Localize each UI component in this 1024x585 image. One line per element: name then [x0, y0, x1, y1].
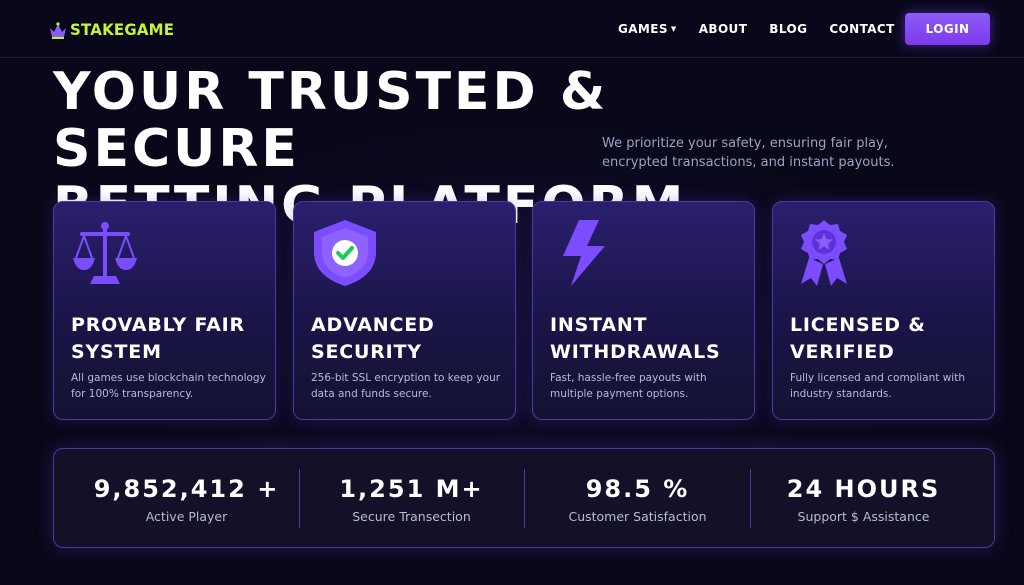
award-badge-icon: [801, 220, 847, 286]
brand-name-suffix: GAME: [124, 20, 175, 40]
scales-icon: [73, 222, 137, 284]
stat-active-player: 9,852,412 + Active Player: [74, 449, 299, 549]
feature-description: Fully licensed and compliant with indust…: [790, 370, 985, 402]
stat-divider: [750, 469, 751, 528]
feature-title-line1: INSTANT: [550, 314, 648, 336]
lightning-icon: [563, 220, 605, 286]
feature-card-licensed-verified: LICENSED & VERIFIED Fully licensed and c…: [772, 201, 995, 420]
chevron-down-icon: ▼: [670, 24, 677, 33]
feature-desc-line2: multiple payment options.: [550, 388, 689, 400]
nav-games[interactable]: GAMES ▼: [618, 22, 677, 36]
feature-desc-line1: 256-bit SSL encryption to keep your: [311, 372, 501, 384]
stat-label: Customer Satisfaction: [568, 509, 707, 524]
nav-about[interactable]: ABOUT: [699, 22, 748, 36]
feature-title-line2: SYSTEM: [71, 341, 162, 363]
feature-desc-line2: industry standards.: [790, 388, 892, 400]
feature-desc-line1: All games use blockchain technology: [71, 372, 266, 384]
shield-check-icon: [314, 220, 376, 286]
feature-cards: PROVABLY FAIR SYSTEM All games use block…: [53, 201, 995, 420]
hero-subtitle-line2: encrypted transactions, and instant payo…: [602, 155, 895, 170]
feature-title: INSTANT WITHDRAWALS: [550, 312, 750, 366]
stats-bar: 9,852,412 + Active Player 1,251 M+ Secur…: [53, 448, 995, 548]
stat-customer-satisfaction: 98.5 % Customer Satisfaction: [525, 449, 750, 549]
stat-secure-transection: 1,251 M+ Secure Transection: [299, 449, 524, 549]
feature-title-line1: PROVABLY FAIR: [71, 314, 245, 336]
feature-title-line1: LICENSED &: [790, 314, 926, 336]
hero-subtitle: We prioritize your safety, ensuring fair…: [602, 134, 922, 172]
nav-games-label: GAMES: [618, 22, 668, 36]
brand-name-prefix: STAKE: [70, 20, 125, 40]
feature-card-advanced-security: ADVANCED SECURITY 256-bit SSL encryption…: [293, 201, 516, 420]
nav-contact[interactable]: CONTACT: [829, 22, 894, 36]
feature-title: LICENSED & VERIFIED: [790, 312, 990, 366]
feature-description: All games use blockchain technology for …: [71, 370, 266, 402]
feature-desc-line2: data and funds secure.: [311, 388, 432, 400]
stat-value: 24 HOURS: [786, 475, 941, 503]
feature-desc-line2: for 100% transparency.: [71, 388, 194, 400]
stat-value: 9,852,412 +: [93, 475, 280, 503]
stat-support-assistance: 24 HOURS Support $ Assistance: [751, 449, 976, 549]
feature-card-provably-fair: PROVABLY FAIR SYSTEM All games use block…: [53, 201, 276, 420]
feature-description: Fast, hassle-free payouts with multiple …: [550, 370, 745, 402]
stat-value: 98.5 %: [585, 475, 690, 503]
stat-label: Active Player: [145, 509, 228, 524]
navbar: STAKEGAME GAMES ▼ ABOUT BLOG CONTACT LOG…: [0, 0, 1024, 58]
stat-divider: [524, 469, 525, 528]
feature-description: 256-bit SSL encryption to keep your data…: [311, 370, 506, 402]
feature-title-line2: WITHDRAWALS: [550, 341, 721, 363]
brand-logo[interactable]: STAKEGAME: [49, 18, 174, 42]
stat-divider: [299, 469, 300, 528]
feature-title: ADVANCED SECURITY: [311, 312, 511, 366]
feature-title: PROVABLY FAIR SYSTEM: [71, 312, 271, 366]
nav-blog[interactable]: BLOG: [769, 22, 807, 36]
stat-label: Support $ Assistance: [797, 509, 930, 524]
feature-desc-line1: Fast, hassle-free payouts with: [550, 372, 707, 384]
crown-logo-icon: [50, 22, 66, 39]
stat-value: 1,251 M+: [339, 475, 484, 503]
brand-name: STAKEGAME: [70, 21, 174, 40]
feature-card-instant-withdrawals: INSTANT WITHDRAWALS Fast, hassle-free pa…: [532, 201, 755, 420]
stat-label: Secure Transection: [352, 509, 471, 524]
feature-title-line2: SECURITY: [311, 341, 422, 363]
feature-title-line1: ADVANCED: [311, 314, 435, 336]
feature-desc-line1: Fully licensed and compliant with: [790, 372, 965, 384]
main-nav: GAMES ▼ ABOUT BLOG CONTACT: [618, 22, 895, 36]
login-button[interactable]: LOGIN: [905, 13, 990, 45]
hero-subtitle-line1: We prioritize your safety, ensuring fair…: [602, 136, 888, 151]
feature-title-line2: VERIFIED: [790, 341, 895, 363]
